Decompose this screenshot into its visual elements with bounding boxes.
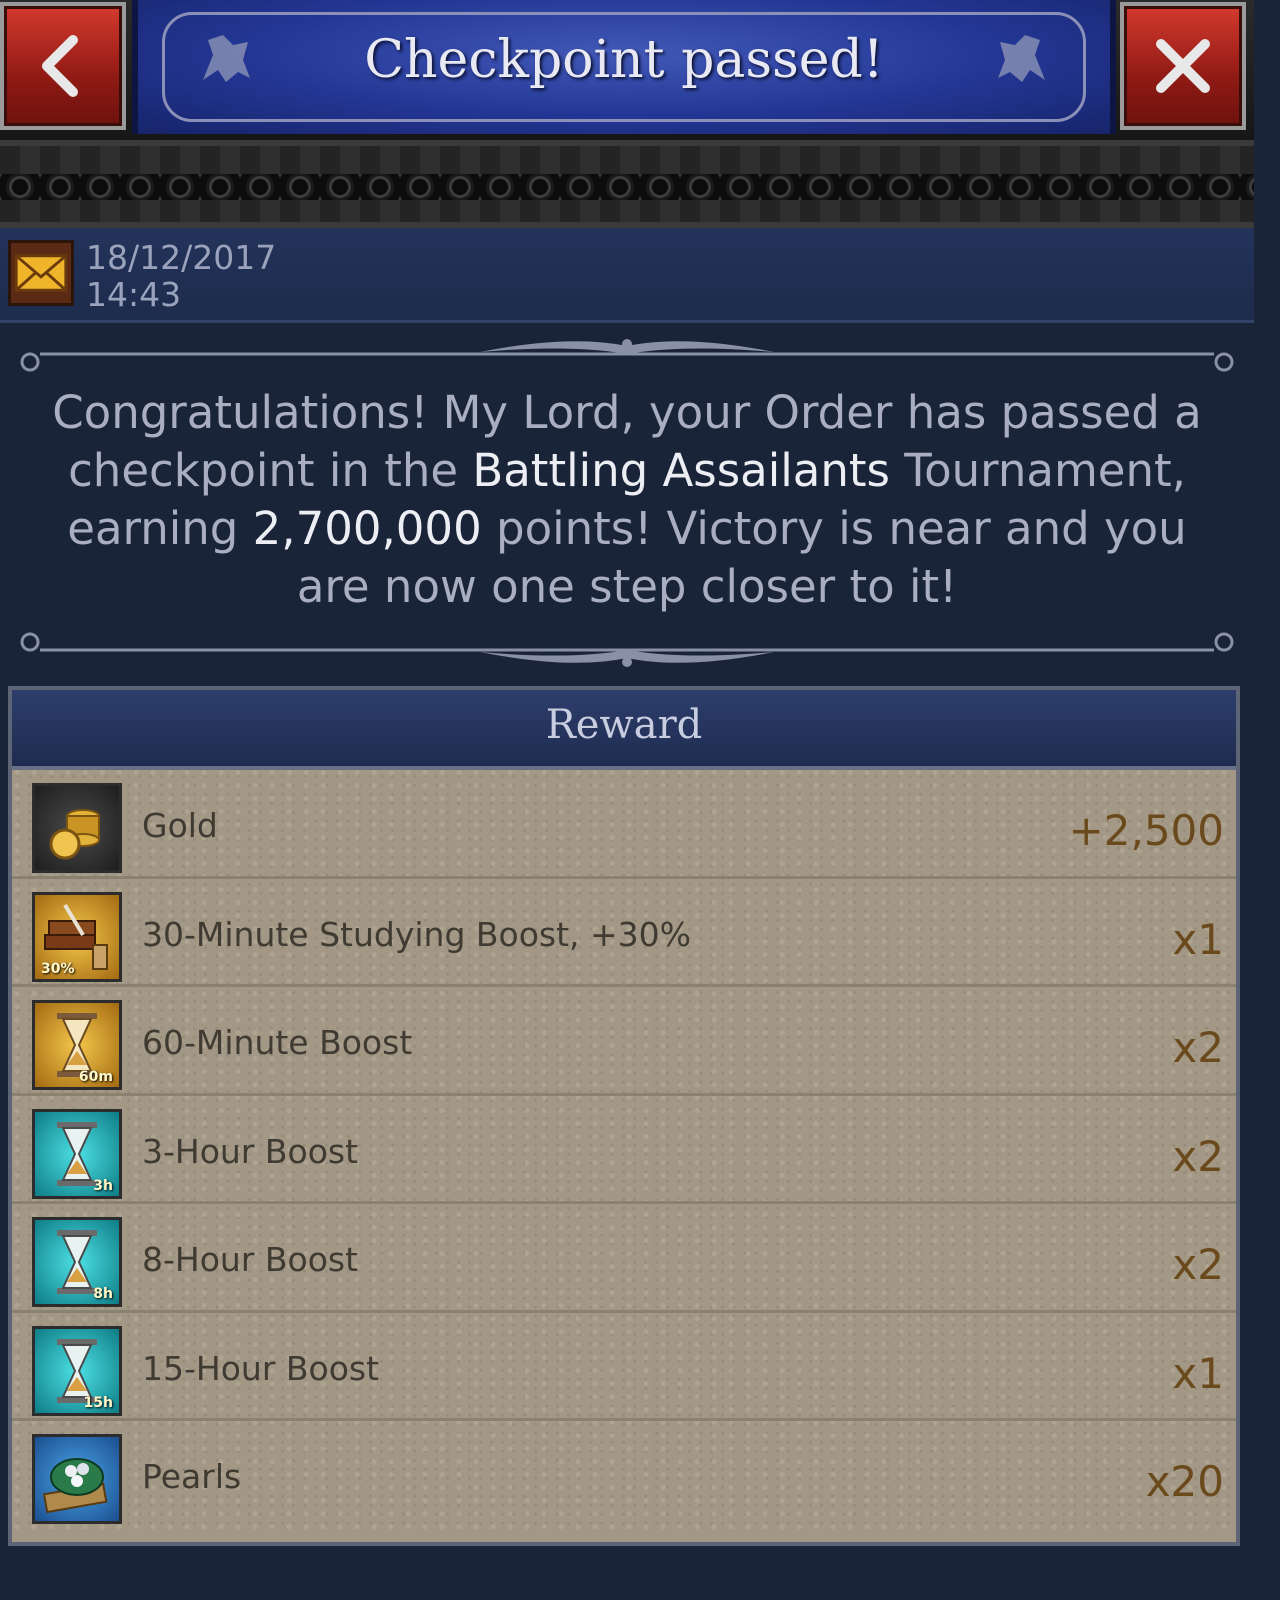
ornamental-divider	[20, 632, 1234, 667]
reward-row-gold: Gold +2,500	[12, 770, 1236, 879]
boost-badge: 8h	[93, 1286, 113, 1302]
tournament-name: Battling Assailants	[472, 444, 890, 497]
boost-badge: 15h	[83, 1394, 113, 1411]
pearls-bag-icon	[32, 1434, 122, 1524]
lion-emblem-icon	[998, 35, 1045, 82]
reward-value: x2	[1172, 1240, 1224, 1289]
hourglass-icon: 15h	[32, 1325, 122, 1416]
reward-header: Reward	[12, 690, 1236, 770]
reward-value: x2	[1172, 1023, 1224, 1072]
points-value: 2,700,000	[252, 502, 482, 555]
boost-badge: 60m	[78, 1069, 113, 1085]
books-boost-icon: 30%	[32, 891, 122, 982]
reward-value: x1	[1172, 1348, 1224, 1398]
ornament-strip	[0, 140, 1254, 228]
reward-value: +2,500	[1068, 806, 1224, 855]
back-button[interactable]	[0, 2, 126, 130]
reward-value: x2	[1172, 1131, 1224, 1181]
reward-row-8h-boost: 8h 8-Hour Boost x2	[12, 1204, 1236, 1313]
reward-row-pearls: Pearls x20	[12, 1421, 1236, 1530]
reward-value: x20	[1145, 1457, 1224, 1506]
reward-value: x1	[1172, 914, 1224, 964]
message-time: 14:43	[86, 275, 182, 314]
chevron-left-icon	[42, 35, 78, 97]
boost-badge: 3h	[93, 1177, 113, 1194]
close-button[interactable]	[1120, 2, 1246, 130]
gold-coins-icon	[32, 783, 122, 873]
reward-row-3h-boost: 3h 3-Hour Boost x2	[12, 1096, 1236, 1204]
page-title: Checkpoint passed!	[364, 30, 884, 90]
reward-name: 3-Hour Boost	[142, 1131, 359, 1171]
reward-name: Pearls	[142, 1457, 242, 1496]
close-icon	[1156, 39, 1210, 93]
message-body: Congratulations! My Lord, your Order has…	[40, 384, 1214, 616]
boost-badge: 30%	[41, 960, 75, 977]
reward-row-15h-boost: 15h 15-Hour Boost x1	[12, 1313, 1236, 1421]
hourglass-icon: 3h	[32, 1108, 122, 1199]
reward-panel: Reward Gold +2,500 30% 30-Minute Studyin…	[8, 686, 1240, 1546]
reward-name: 30-Minute Studying Boost, +30%	[142, 914, 692, 954]
reward-row-studying-boost: 30% 30-Minute Studying Boost, +30% x1	[12, 879, 1236, 987]
hourglass-icon: 8h	[32, 1217, 122, 1307]
header-bar: Checkpoint passed!	[0, 0, 1254, 140]
reward-name: 60-Minute Boost	[142, 1023, 413, 1062]
title-banner: Checkpoint passed!	[132, 0, 1116, 134]
ornamental-divider	[20, 339, 1234, 372]
reward-name: 8-Hour Boost	[142, 1240, 359, 1279]
reward-name: Gold	[142, 806, 218, 845]
reward-row-60m-boost: 60m 60-Minute Boost x2	[12, 987, 1236, 1096]
message-date: 18/12/2017	[86, 238, 277, 277]
hourglass-icon: 60m	[32, 1000, 122, 1090]
scroll-ornament	[0, 174, 1254, 200]
reward-list: Gold +2,500 30% 30-Minute Studying Boost…	[12, 770, 1236, 1530]
reward-name: 15-Hour Boost	[142, 1348, 380, 1388]
reward-title: Reward	[545, 702, 703, 748]
envelope-icon	[8, 240, 74, 306]
